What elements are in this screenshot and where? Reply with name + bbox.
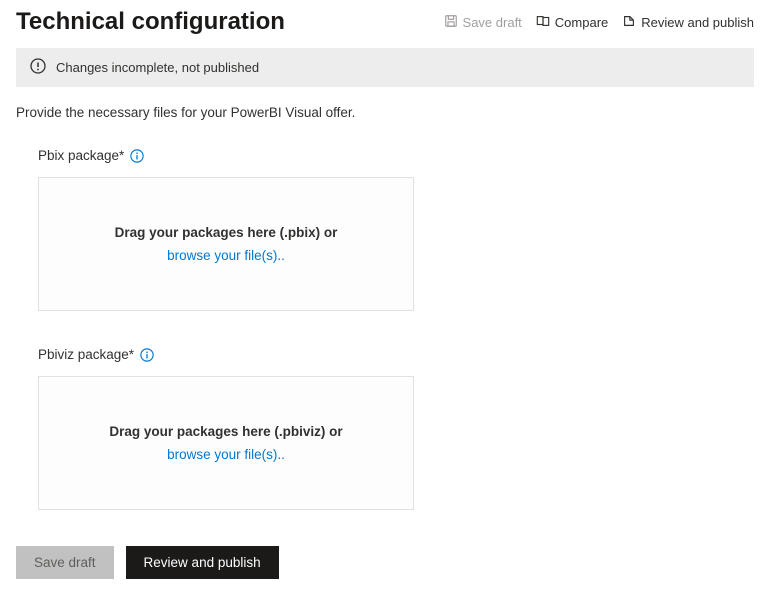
compare-icon <box>536 14 550 31</box>
review-publish-toolbar-button[interactable]: Review and publish <box>622 14 754 31</box>
page-description: Provide the necessary files for your Pow… <box>16 105 754 120</box>
info-icon[interactable] <box>140 348 154 362</box>
info-icon[interactable] <box>130 149 144 163</box>
page-title: Technical configuration <box>16 8 285 36</box>
pbix-label: Pbix package* <box>38 148 124 163</box>
compare-toolbar-button[interactable]: Compare <box>536 14 608 31</box>
status-message: Changes incomplete, not published <box>56 60 259 75</box>
pbiviz-label: Pbiviz package* <box>38 347 134 362</box>
save-draft-toolbar-button[interactable]: Save draft <box>444 14 522 31</box>
status-banner: Changes incomplete, not published <box>16 48 754 87</box>
save-draft-button[interactable]: Save draft <box>16 546 114 579</box>
pbiviz-label-row: Pbiviz package* <box>38 347 754 362</box>
pbiviz-browse-link[interactable]: browse your file(s).. <box>167 447 285 462</box>
pbix-section: Pbix package* Drag your packages here (.… <box>16 148 754 311</box>
toolbar: Save draft Compare Review and publish <box>444 14 754 31</box>
pbiviz-drag-text: Drag your packages here (.pbiviz) or <box>109 424 342 439</box>
button-row: Save draft Review and publish <box>16 546 754 579</box>
pbix-drag-text: Drag your packages here (.pbix) or <box>115 225 338 240</box>
pbix-label-row: Pbix package* <box>38 148 754 163</box>
info-status-icon <box>30 58 46 77</box>
save-icon <box>444 14 458 31</box>
pbiviz-dropzone[interactable]: Drag your packages here (.pbiviz) or bro… <box>38 376 414 510</box>
publish-icon <box>622 14 636 31</box>
pbix-dropzone[interactable]: Drag your packages here (.pbix) or brows… <box>38 177 414 311</box>
save-draft-toolbar-label: Save draft <box>463 15 522 30</box>
header-row: Technical configuration Save draft Compa… <box>16 8 754 48</box>
pbix-browse-link[interactable]: browse your file(s).. <box>167 248 285 263</box>
pbiviz-section: Pbiviz package* Drag your packages here … <box>16 347 754 510</box>
review-publish-button[interactable]: Review and publish <box>126 546 279 579</box>
compare-toolbar-label: Compare <box>555 15 608 30</box>
review-publish-toolbar-label: Review and publish <box>641 15 754 30</box>
